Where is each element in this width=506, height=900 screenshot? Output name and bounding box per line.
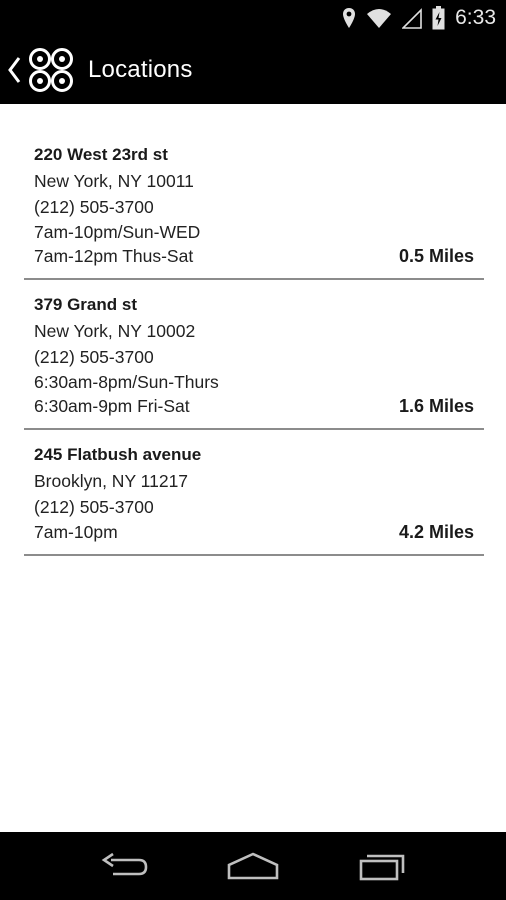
home-icon — [227, 852, 279, 880]
location-hours: 6:30am-8pm/Sun-Thurs — [34, 372, 219, 392]
wifi-icon — [367, 9, 392, 28]
location-icon — [343, 8, 356, 28]
location-distance: 0.5 Miles — [398, 246, 474, 266]
location-phone[interactable]: (212) 505-3700 — [34, 494, 474, 520]
location-item[interactable]: 220 West 23rd st New York, NY 10011 (212… — [24, 132, 484, 280]
system-navigation-bar — [0, 832, 506, 900]
location-list: 220 West 23rd st New York, NY 10011 (212… — [0, 132, 506, 556]
status-clock: 6:33 — [455, 6, 496, 29]
location-name: 220 West 23rd st — [34, 145, 168, 164]
recent-apps-icon — [359, 854, 404, 881]
action-bar: Locations — [0, 36, 506, 104]
location-hours: 7am-12pm Thus-Sat — [34, 246, 194, 266]
location-city: New York, NY 10002 — [34, 321, 196, 341]
recent-apps-button[interactable] — [347, 841, 417, 891]
location-distance: 4.2 Miles — [398, 522, 474, 542]
location-city: Brooklyn, NY 11217 — [34, 471, 189, 491]
four-rings-logo-icon — [29, 48, 73, 92]
status-bar: 6:33 — [0, 0, 506, 36]
home-button[interactable] — [218, 841, 288, 891]
signal-icon — [402, 8, 422, 29]
content-area: 220 West 23rd st New York, NY 10011 (212… — [0, 104, 506, 832]
page-title: Locations — [88, 56, 193, 83]
location-hours: 7am-10pm/Sun-WED — [34, 222, 201, 242]
up-navigation-button[interactable] — [0, 36, 76, 104]
location-phone[interactable]: (212) 505-3700 — [34, 194, 474, 220]
back-button[interactable] — [89, 841, 159, 891]
location-hours: 6:30am-9pm Fri-Sat — [34, 396, 190, 416]
location-city: New York, NY 10011 — [34, 171, 194, 191]
back-icon — [101, 852, 148, 876]
battery-charging-icon — [432, 6, 445, 30]
location-phone[interactable]: (212) 505-3700 — [34, 344, 474, 370]
chevron-left-icon — [8, 57, 21, 83]
location-item[interactable]: 379 Grand st New York, NY 10002 (212) 50… — [24, 280, 484, 430]
location-distance: 1.6 Miles — [398, 396, 474, 416]
location-hours: 7am-10pm — [34, 522, 118, 542]
location-item[interactable]: 245 Flatbush avenue Brooklyn, NY 11217 (… — [24, 430, 484, 556]
location-name: 245 Flatbush avenue — [34, 445, 202, 464]
location-name: 379 Grand st — [34, 295, 137, 314]
